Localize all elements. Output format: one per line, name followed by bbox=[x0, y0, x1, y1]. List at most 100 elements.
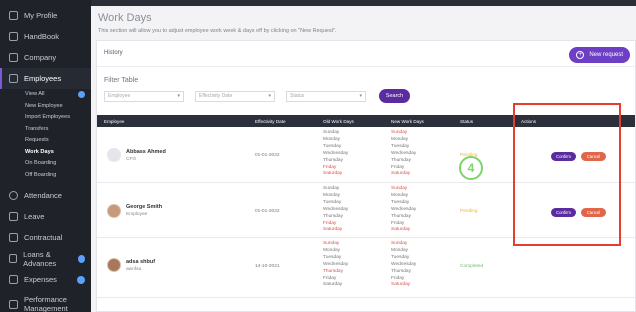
day-off-label: Saturday bbox=[391, 227, 411, 233]
sub-item-label: View All bbox=[25, 91, 45, 97]
header-status: Status bbox=[460, 119, 474, 124]
notification-badge bbox=[78, 91, 85, 98]
day-label: Monday bbox=[391, 192, 409, 198]
new-request-label: New request bbox=[589, 52, 623, 58]
avatar bbox=[107, 258, 121, 272]
effectivity-date: 01-01-2022 bbox=[255, 209, 280, 214]
sidebar-sub-work-days[interactable]: Work Days bbox=[0, 147, 91, 159]
day-label: Thursday bbox=[323, 157, 343, 163]
day-off-label: Saturday bbox=[391, 171, 411, 177]
sidebar-item-employees[interactable]: Employees bbox=[0, 68, 91, 89]
day-label: Tuesday bbox=[391, 199, 410, 205]
day-label: Saturday bbox=[323, 282, 343, 288]
day-label: Tuesday bbox=[391, 143, 410, 149]
day-off-label: Saturday bbox=[323, 171, 343, 177]
sidebar-item-loans-advances[interactable]: Loans & Advances bbox=[0, 248, 91, 269]
sidebar-item-my-profile[interactable]: My Profile bbox=[0, 5, 91, 26]
header-new-work-days: New Work Days bbox=[391, 119, 424, 124]
search-button[interactable]: Search bbox=[379, 89, 410, 103]
day-label: Sunday bbox=[323, 186, 340, 191]
sidebar-item-company[interactable]: Company bbox=[0, 47, 91, 68]
sidebar-item-label: Performance Management bbox=[24, 295, 68, 312]
day-label: Wednesday bbox=[391, 261, 417, 267]
day-off-label: Sunday bbox=[391, 130, 408, 135]
user-icon bbox=[9, 11, 18, 20]
day-label: Monday bbox=[323, 136, 341, 142]
day-off-label: Sunday bbox=[391, 241, 408, 246]
sidebar-sub-import-employees[interactable]: Import Employees bbox=[0, 112, 91, 124]
day-off-label: Sunday bbox=[391, 186, 408, 191]
day-label: Tuesday bbox=[323, 254, 342, 260]
sidebar-sub-view-all[interactable]: View All bbox=[0, 89, 91, 101]
avatar bbox=[107, 204, 121, 218]
day-label: Thursday bbox=[391, 213, 411, 219]
day-label: Thursday bbox=[323, 213, 343, 219]
employee-name: George Smith bbox=[126, 204, 163, 210]
day-off-label: Thursday bbox=[323, 268, 343, 274]
filter-title: Filter Table bbox=[104, 77, 139, 84]
receipt-icon bbox=[9, 275, 18, 284]
day-label: Thursday bbox=[391, 157, 411, 163]
day-off-label: Sunday bbox=[323, 241, 340, 246]
highlight-box bbox=[513, 103, 621, 246]
new-request-button[interactable]: + New request bbox=[569, 47, 630, 63]
table-row: adsa shbuf awnfsa 14-10-2021 Sunday Mond… bbox=[97, 238, 635, 298]
sidebar-item-expenses[interactable]: Expenses bbox=[0, 269, 91, 290]
sidebar-item-label: HandBook bbox=[24, 32, 60, 41]
sidebar-sub-off-boarding[interactable]: Off Boarding bbox=[0, 170, 91, 182]
wallet-icon bbox=[9, 254, 18, 263]
effectivity-date: 14-10-2021 bbox=[255, 264, 280, 269]
sidebar-item-label: My Profile bbox=[24, 11, 58, 20]
day-label: Wednesday bbox=[391, 206, 417, 212]
sidebar-item-label: Leave bbox=[24, 212, 45, 221]
day-off-label: Saturday bbox=[323, 227, 343, 233]
day-label: Wednesday bbox=[323, 150, 349, 156]
new-work-days: Sunday Monday Tuesday Wednesday Thursday… bbox=[391, 241, 416, 289]
day-label: Wednesday bbox=[391, 150, 417, 156]
sidebar-item-label: Company bbox=[24, 53, 57, 62]
day-label: Monday bbox=[323, 247, 341, 253]
status-badge: Completed bbox=[460, 264, 484, 269]
sidebar-sub-new-employee[interactable]: New Employee bbox=[0, 101, 91, 113]
day-label: Tuesday bbox=[391, 254, 410, 260]
day-label: Wednesday bbox=[323, 206, 349, 212]
old-work-days: Sunday Monday Tuesday Wednesday Thursday… bbox=[323, 241, 348, 289]
effectivity-date-filter-select[interactable]: Effectivity Date ▾ bbox=[195, 91, 275, 102]
employee-role: awnfsa bbox=[126, 267, 142, 272]
notification-badge bbox=[77, 254, 85, 263]
sidebar-item-label: Loans & Advances bbox=[23, 249, 57, 268]
sidebar-item-label: Contractual bbox=[24, 233, 63, 242]
day-label: Monday bbox=[391, 136, 409, 142]
page-description: This section will allow you to adjust em… bbox=[98, 28, 337, 34]
status-filter-value: Status bbox=[290, 93, 305, 99]
sidebar-item-handbook[interactable]: HandBook bbox=[0, 26, 91, 47]
sidebar-item-leave[interactable]: Leave bbox=[0, 206, 91, 227]
day-label: Sunday bbox=[323, 130, 340, 135]
chevron-down-icon: ▾ bbox=[268, 93, 271, 99]
employee-name: Abbass Ahmed bbox=[126, 149, 166, 155]
notification-badge bbox=[77, 275, 85, 284]
sidebar-item-contractual[interactable]: Contractual bbox=[0, 227, 91, 248]
sidebar-item-performance-management[interactable]: Performance Management bbox=[0, 290, 91, 312]
day-off-label: Saturday bbox=[391, 282, 411, 288]
employee-filter-select[interactable]: Employee ▾ bbox=[104, 91, 184, 102]
day-label: Monday bbox=[323, 192, 341, 198]
sidebar-sub-transfers[interactable]: Transfers bbox=[0, 124, 91, 136]
sidebar-item-attendance[interactable]: Attendance bbox=[0, 185, 91, 206]
day-label: Thursday bbox=[391, 268, 411, 274]
employee-role: CFO bbox=[126, 157, 137, 162]
day-label: Tuesday bbox=[323, 199, 342, 205]
effectivity-date: 01-01-2022 bbox=[255, 153, 280, 158]
day-label: Wednesday bbox=[323, 261, 349, 267]
sidebar-sub-on-boarding[interactable]: On Boarding bbox=[0, 158, 91, 170]
avatar bbox=[107, 148, 121, 162]
sidebar-sub-requests[interactable]: Requests bbox=[0, 135, 91, 147]
sidebar: My Profile HandBook Company Employees Vi… bbox=[0, 0, 91, 312]
history-link[interactable]: History bbox=[104, 50, 123, 56]
status-badge: Pending bbox=[460, 209, 478, 214]
new-work-days: Sunday Monday Tuesday Wednesday Thursday… bbox=[391, 130, 416, 178]
sidebar-item-label: Employees bbox=[24, 74, 62, 83]
link-icon bbox=[9, 53, 18, 62]
status-filter-select[interactable]: Status ▾ bbox=[286, 91, 366, 102]
file-icon bbox=[9, 233, 18, 242]
